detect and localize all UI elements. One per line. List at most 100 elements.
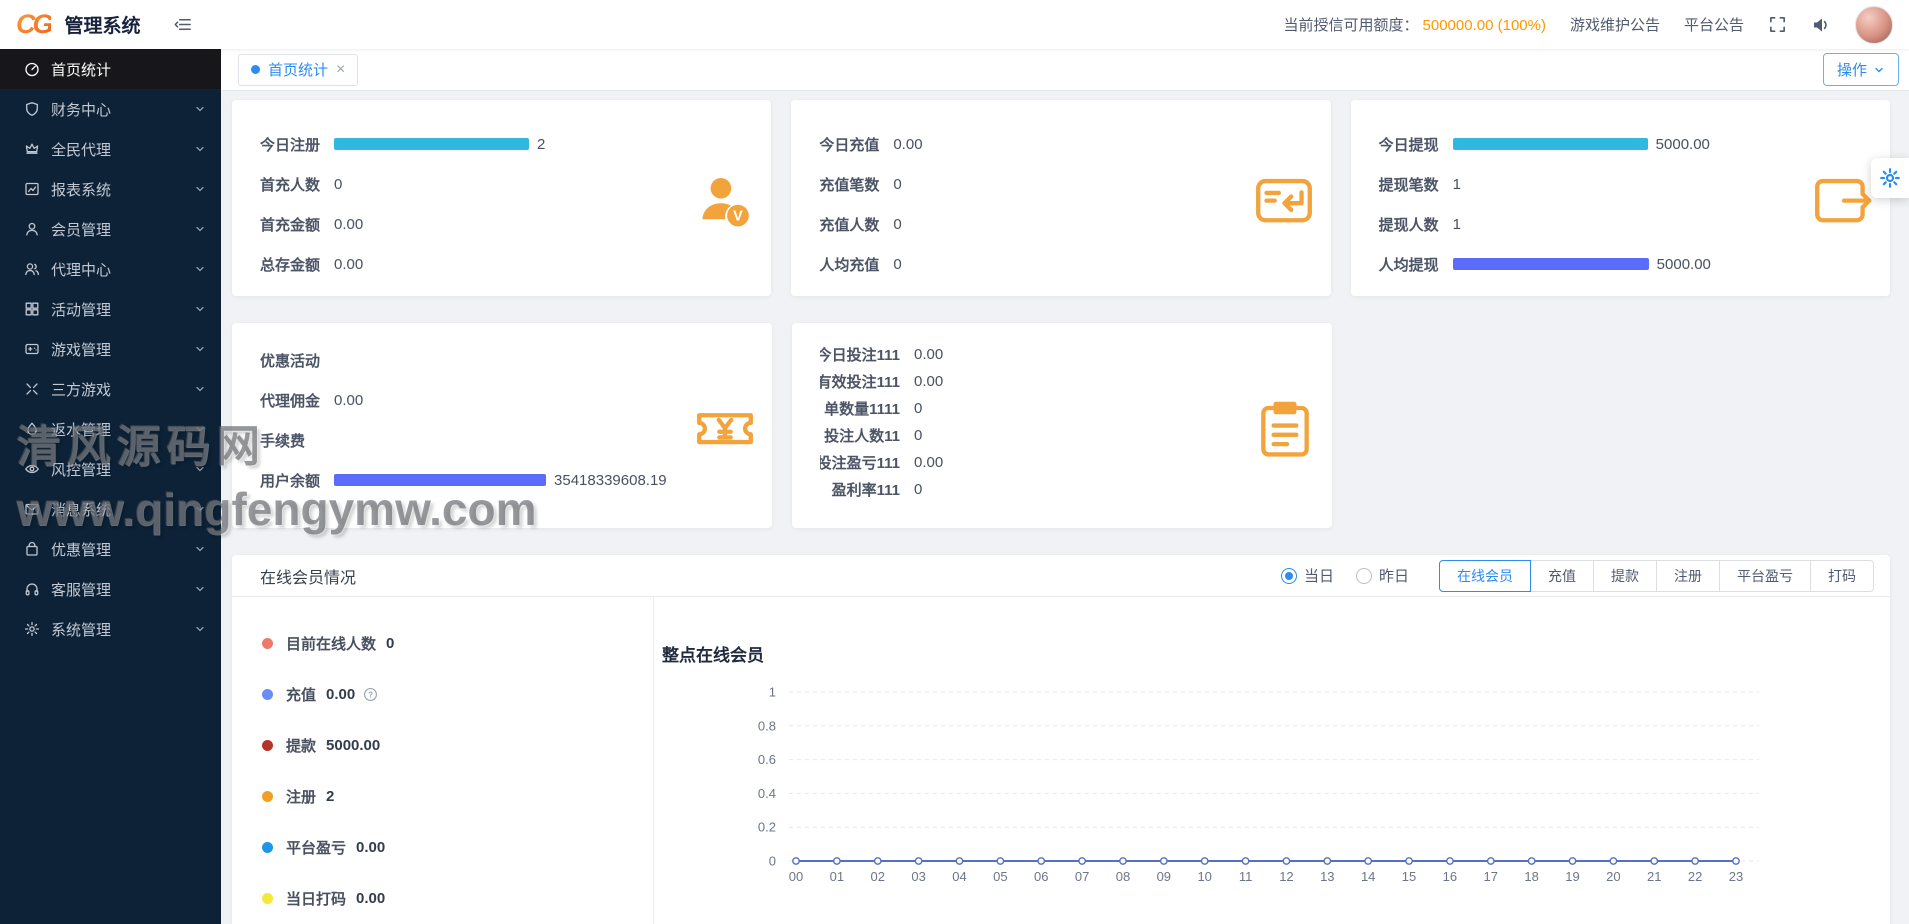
sidebar-item-13[interactable]: 客服管理: [0, 569, 221, 609]
stat-row: 盈利率111 0: [820, 476, 1304, 503]
stat-card-withdraw: 今日提现 5000.00 提现笔数 1 提现人数 1 人均提现 5000.00: [1350, 100, 1890, 296]
sidebar-item-4[interactable]: 会员管理: [0, 209, 221, 249]
filter-button-3[interactable]: 注册: [1656, 559, 1720, 592]
dashboard-icon: [25, 62, 39, 77]
stat-bar: [1452, 138, 1648, 150]
stat-label: 投注盈亏111: [820, 455, 900, 472]
stat-value: 0: [893, 175, 902, 193]
report-chart-icon: [25, 182, 39, 196]
fullscreen-icon[interactable]: [1768, 15, 1787, 34]
stat-value: 0.00: [914, 373, 944, 390]
user-check-icon: V: [702, 177, 750, 227]
sidebar-item-5[interactable]: 代理中心: [0, 249, 221, 289]
tab-close-icon[interactable]: ×: [336, 61, 345, 79]
radio-label: 当日: [1303, 568, 1334, 585]
panel-body: 目前在线人数 0 充值 0.00 ? 提款 5000.00 注册 2 平台盈亏 …: [232, 597, 1890, 924]
stat-label: 单数量1111: [824, 401, 900, 418]
stat-bar: [334, 474, 547, 486]
stat-value: 35418339608.19: [554, 471, 667, 489]
sidebar-item-12[interactable]: 优惠管理: [0, 529, 221, 569]
chevron-down-icon: [196, 506, 204, 512]
stat-label: 总存金额: [260, 256, 321, 274]
legend-label: 充值: [286, 686, 317, 704]
sidebar-item-14[interactable]: 系统管理: [0, 609, 221, 649]
svg-text:0.4: 0.4: [758, 786, 776, 801]
filter-button-5[interactable]: 打码: [1810, 559, 1874, 592]
svg-text:10: 10: [1197, 869, 1211, 884]
legend-item-0: 目前在线人数 0: [262, 631, 653, 655]
settings-fab[interactable]: [1871, 158, 1909, 198]
avatar[interactable]: [1855, 5, 1893, 44]
radio-circle[interactable]: [1280, 567, 1297, 584]
stat-value: 0: [914, 481, 923, 498]
sidebar-item-8[interactable]: 三方游戏: [0, 369, 221, 409]
tab-home-stats[interactable]: 首页统计 ×: [238, 53, 359, 86]
filter-button-group: 在线会员 充值 提款 注册 平台盈亏 打码: [1439, 559, 1874, 592]
sidebar-item-0[interactable]: 首页统计: [0, 49, 221, 89]
svg-text:V: V: [733, 209, 743, 225]
radio-option-0[interactable]: 当日: [1280, 565, 1334, 586]
sidebar-item-10[interactable]: 风控管理: [0, 449, 221, 489]
svg-text:12: 12: [1279, 869, 1293, 884]
stat-value: 2: [537, 135, 546, 153]
sidebar-item-3[interactable]: 报表系统: [0, 169, 221, 209]
panel-controls: 当日 昨日 在线会员 充值 提款 注册 平台盈亏 打码: [1280, 559, 1874, 592]
stat-value: 0.00: [914, 454, 944, 471]
action-dropdown-button[interactable]: 操作: [1822, 53, 1899, 86]
deposit-card-icon: [1255, 178, 1312, 223]
legend-list: 目前在线人数 0 充值 0.00 ? 提款 5000.00 注册 2 平台盈亏 …: [232, 597, 654, 924]
sidebar-item-label: 返水管理: [51, 421, 112, 439]
help-icon[interactable]: ?: [363, 687, 378, 702]
svg-text:23: 23: [1729, 869, 1743, 884]
legend-value: 0.00: [356, 838, 386, 856]
stat-value: 0: [914, 427, 923, 444]
stat-label: 首充人数: [260, 176, 321, 194]
legend-value: 5000.00: [326, 736, 381, 754]
filter-button-2[interactable]: 提款: [1593, 559, 1657, 592]
sidebar-item-6[interactable]: 活动管理: [0, 289, 221, 329]
radio-circle[interactable]: [1355, 567, 1372, 584]
chevron-down-icon: [196, 466, 204, 472]
sidebar-item-9[interactable]: 返水管理: [0, 409, 221, 449]
chevron-down-icon: [196, 546, 204, 552]
chevron-down-icon: [196, 226, 204, 232]
filter-button-1[interactable]: 充值: [1530, 559, 1594, 592]
filter-button-4[interactable]: 平台盈亏: [1719, 559, 1811, 592]
svg-text:16: 16: [1443, 869, 1457, 884]
legend-dot: [262, 892, 273, 904]
users-icon: [25, 263, 40, 276]
sidebar-item-2[interactable]: 全民代理: [0, 129, 221, 169]
stat-value: 1: [1452, 215, 1462, 233]
withdraw-wallet-icon: [1815, 178, 1872, 223]
legend-item-5: 当日打码 0.00: [262, 886, 653, 910]
sidebar: 首页统计 财务中心 全民代理 报表系统 会员管理 代理中心 活动管理 游戏管理 …: [0, 49, 221, 924]
cards-row-1: 今日注册 2 首充人数 0 首充金额 0.00 总存金额 0.00 V 今日充值…: [232, 100, 1890, 296]
menu-fold-icon[interactable]: [173, 15, 192, 34]
credit-info: 当前授信可用额度： 500000.00 (100%): [1284, 14, 1546, 35]
stat-label: 有效投注111: [820, 374, 900, 391]
svg-text:0.6: 0.6: [758, 752, 776, 767]
filter-button-0[interactable]: 在线会员: [1439, 559, 1531, 592]
svg-text:18: 18: [1524, 869, 1538, 884]
speaker-icon[interactable]: [1811, 15, 1831, 35]
stat-label: 今日投注111: [820, 347, 900, 364]
maintenance-notice-link[interactable]: 游戏维护公告: [1570, 14, 1660, 35]
sidebar-item-1[interactable]: 财务中心: [0, 89, 221, 129]
platform-notice-link[interactable]: 平台公告: [1684, 14, 1744, 35]
legend-label: 平台盈亏: [286, 839, 347, 857]
svg-text:08: 08: [1116, 869, 1130, 884]
chevron-down-icon: [196, 626, 204, 632]
stat-row: 充值人数 0: [819, 204, 1302, 244]
radio-option-1[interactable]: 昨日: [1355, 565, 1409, 586]
sidebar-item-11[interactable]: 消息系统: [0, 489, 221, 529]
stat-row: 投注人数11 0: [820, 422, 1304, 449]
chevron-down-icon: [196, 586, 204, 592]
sidebar-item-label: 风控管理: [51, 461, 112, 479]
stat-value: 0: [914, 400, 923, 417]
app-logo: CG: [16, 9, 53, 39]
sidebar-item-7[interactable]: 游戏管理: [0, 329, 221, 369]
sidebar-item-label: 客服管理: [51, 581, 112, 599]
legend-value: 0.00: [356, 889, 386, 907]
legend-dot: [262, 841, 273, 853]
game-icon: [25, 343, 39, 355]
